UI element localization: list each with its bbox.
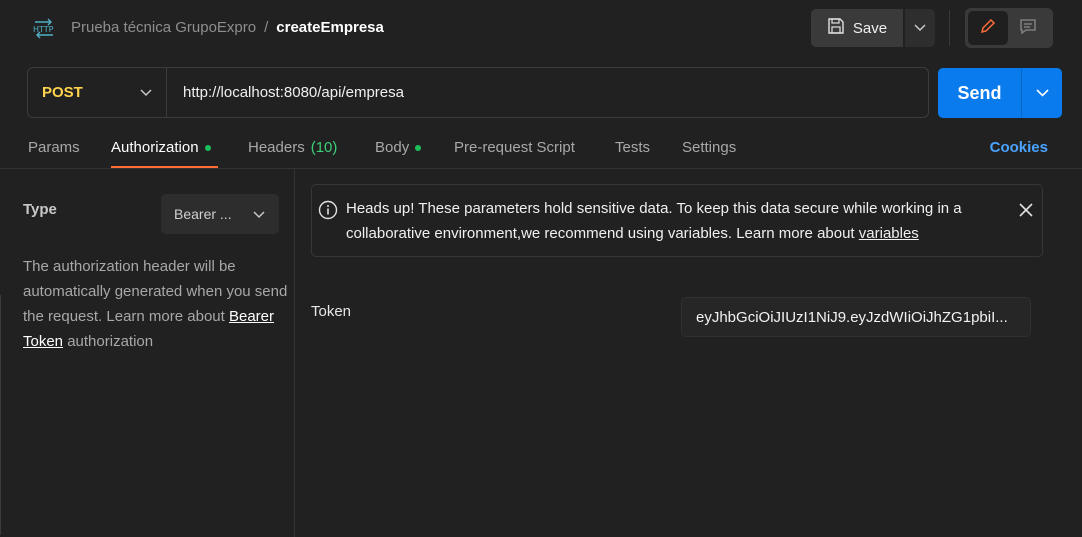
tab-label: Pre-request Script — [454, 139, 575, 156]
tab-label: Params — [28, 139, 80, 156]
save-options-button[interactable] — [905, 9, 935, 47]
save-icon — [827, 17, 845, 39]
comment-icon — [1019, 17, 1037, 40]
tab-body[interactable]: Body — [375, 139, 422, 156]
save-button[interactable]: Save — [811, 9, 903, 47]
chevron-down-icon — [253, 206, 265, 222]
close-icon[interactable] — [1017, 201, 1035, 219]
tab-label: Headers — [248, 139, 305, 156]
send-options-button[interactable] — [1021, 68, 1062, 118]
tab-label: Settings — [682, 139, 737, 156]
tab-params[interactable]: Params — [28, 139, 80, 156]
url-input[interactable] — [167, 68, 928, 117]
breadcrumb-collection[interactable]: Prueba técnica GrupoExpro — [71, 19, 256, 36]
chevron-down-icon — [914, 19, 926, 37]
breadcrumb: Prueba técnica GrupoExpro / createEmpres… — [71, 19, 384, 36]
tab-settings[interactable]: Settings — [682, 139, 736, 156]
send-group: Send — [938, 68, 1062, 118]
variables-link[interactable]: variables — [859, 225, 919, 242]
save-group: Save — [811, 9, 935, 47]
chevron-down-icon — [1035, 84, 1049, 102]
http-request-icon: HTTP — [31, 17, 57, 39]
panel-edge — [0, 295, 8, 535]
tab-pre-request-script[interactable]: Pre-request Script — [454, 139, 575, 156]
auth-type-label: Type — [23, 201, 57, 218]
svg-text:HTTP: HTTP — [33, 25, 54, 34]
tab-label: Tests — [615, 139, 651, 156]
status-dot — [204, 144, 211, 151]
token-value: eyJhbGciOiJIUzI1NiJ9.eyJzdWIiOiJhZG1pbiI… — [696, 308, 1008, 326]
send-button[interactable]: Send — [938, 68, 1021, 118]
request-tabs: Params Authorization Headers (10) Body P… — [0, 128, 1082, 169]
auth-type-panel: Type Bearer ... The authorization header… — [0, 169, 295, 537]
tab-headers[interactable]: Headers (10) — [248, 139, 337, 156]
auth-type-value: Bearer ... — [174, 206, 232, 222]
method-select[interactable]: POST — [28, 68, 167, 117]
cookies-link[interactable]: Cookies — [990, 139, 1048, 156]
method-label: POST — [42, 84, 83, 101]
tab-authorization[interactable]: Authorization — [111, 139, 211, 156]
tab-tests[interactable]: Tests — [615, 139, 650, 156]
mode-toggle — [965, 8, 1053, 48]
comments-button[interactable] — [1008, 11, 1048, 45]
auth-type-select[interactable]: Bearer ... — [161, 194, 279, 234]
url-bar: POST — [27, 67, 929, 118]
request-name[interactable]: createEmpresa — [276, 19, 384, 36]
auth-help-text-part: authorization — [63, 333, 154, 350]
token-label: Token — [311, 303, 352, 320]
chevron-down-icon — [140, 84, 152, 102]
top-bar: HTTP Prueba técnica GrupoExpro / createE… — [0, 0, 1082, 57]
tab-label: Authorization — [111, 139, 199, 156]
save-label: Save — [852, 19, 888, 37]
info-icon — [318, 200, 338, 225]
auth-help-text: The authorization header will be automat… — [23, 254, 288, 354]
toolbar-divider — [949, 10, 950, 46]
token-input[interactable]: eyJhbGciOiJIUzI1NiJ9.eyJzdWIiOiJhZG1pbiI… — [681, 297, 1031, 337]
breadcrumb-separator: / — [264, 19, 269, 36]
pencil-icon — [979, 17, 997, 40]
active-tab-indicator — [111, 166, 218, 168]
sensitive-data-alert: Heads up! These parameters hold sensitiv… — [311, 184, 1043, 257]
tab-label: Body — [375, 139, 410, 156]
status-dot — [415, 144, 422, 151]
edit-mode-button[interactable] — [968, 11, 1008, 45]
alert-message: Heads up! These parameters hold sensitiv… — [346, 196, 1014, 246]
headers-count: (10) — [310, 139, 338, 156]
